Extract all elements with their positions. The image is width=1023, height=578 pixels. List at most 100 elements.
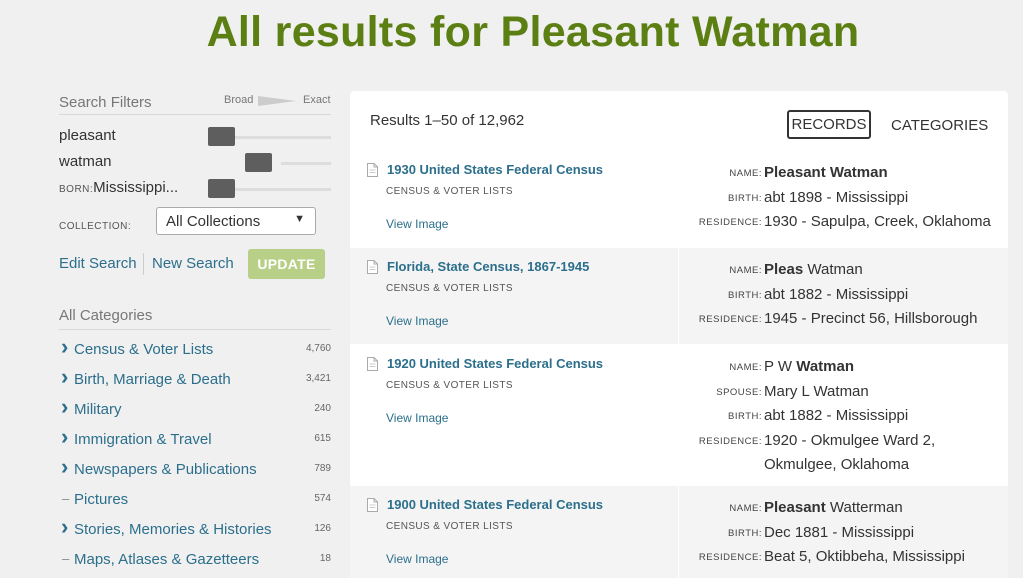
category-name[interactable]: Census & Voter Lists bbox=[74, 341, 213, 358]
category-count: 3,421 bbox=[305, 373, 331, 384]
category-name[interactable]: Newspapers & Publications bbox=[74, 461, 257, 478]
slider-track[interactable] bbox=[225, 136, 331, 139]
row-divider bbox=[678, 248, 679, 344]
chevron-right-icon: › bbox=[61, 334, 69, 359]
filter-label: watman bbox=[59, 153, 112, 170]
edit-search-link[interactable]: Edit Search bbox=[59, 255, 137, 272]
view-image-link[interactable]: View Image bbox=[386, 217, 448, 231]
record-field: NAME: Pleasant Watman bbox=[690, 161, 1008, 186]
category-count: 126 bbox=[314, 523, 331, 534]
filter-term: pleasant bbox=[59, 127, 116, 144]
table-row: 1900 United States Federal Census CENSUS … bbox=[350, 485, 1008, 578]
view-image-link[interactable]: View Image bbox=[386, 552, 448, 566]
category-name[interactable]: Stories, Memories & Histories bbox=[74, 521, 272, 538]
table-row: 1920 United States Federal Census CENSUS … bbox=[350, 344, 1008, 485]
category-item[interactable]: › Military 240 bbox=[59, 394, 331, 426]
field-label: NAME: bbox=[729, 265, 762, 276]
chevron-right-icon: › bbox=[61, 424, 69, 449]
field-value: abt 1882 - Mississippi bbox=[764, 404, 908, 429]
field-value-text: 1945 - Precinct 56, Hillsborough bbox=[764, 310, 978, 327]
category-name[interactable]: Military bbox=[74, 401, 122, 418]
field-value-text: Watterman bbox=[825, 499, 903, 516]
filter-label: pleasant bbox=[59, 127, 116, 144]
category-count: 789 bbox=[314, 463, 331, 474]
field-label: RESIDENCE: bbox=[698, 314, 762, 325]
category-item[interactable]: › Census & Voter Lists 4,760 bbox=[59, 334, 331, 366]
category-name[interactable]: Immigration & Travel bbox=[74, 431, 212, 448]
field-label: NAME: bbox=[729, 168, 762, 179]
filter-term: Mississippi... bbox=[93, 179, 179, 196]
field-value-text: Beat 5, Oktibbeha, Mississippi bbox=[764, 548, 965, 565]
record-fields: NAME: Pleasant Watterman BIRTH: Dec 1881 - … bbox=[690, 496, 1008, 570]
exact-label: Exact bbox=[303, 94, 331, 106]
category-name[interactable]: Pictures bbox=[74, 491, 128, 508]
record-fields: NAME: Pleasant Watman BIRTH: abt 1898 - Mis… bbox=[690, 161, 1008, 235]
broad-label: Broad bbox=[224, 94, 254, 106]
category-item[interactable]: › Immigration & Travel 615 bbox=[59, 424, 331, 456]
view-image-link[interactable]: View Image bbox=[386, 314, 448, 328]
record-field: RESIDENCE: 1945 - Precinct 56, Hillsborou… bbox=[690, 307, 1008, 332]
field-label: SPOUSE: bbox=[716, 386, 762, 398]
field-value: Pleasant Watterman bbox=[764, 496, 903, 521]
filter-rows: pleasant watman BORN:Mississippi... bbox=[59, 123, 331, 201]
field-value-text: abt 1882 - Mississippi bbox=[764, 285, 909, 303]
chevron-right-icon: › bbox=[61, 454, 69, 479]
collection-select-value: All Collections bbox=[166, 213, 261, 230]
document-icon bbox=[367, 357, 378, 371]
record-category: CENSUS & VOTER LISTS bbox=[386, 283, 513, 294]
tab-records[interactable]: RECORDS bbox=[787, 110, 871, 139]
update-button[interactable]: UPDATE bbox=[248, 249, 325, 279]
category-item[interactable]: › Newspapers & Publications 789 bbox=[59, 454, 331, 486]
filter-term: watman bbox=[59, 153, 112, 170]
field-value-text: abt 1898 - Mississippi bbox=[764, 188, 909, 206]
record-title-link[interactable]: 1930 United States Federal Census bbox=[387, 162, 603, 177]
field-value-text: P W bbox=[764, 358, 797, 375]
record-field: Okmulgee, Oklahoma bbox=[690, 453, 1008, 477]
record-title-link[interactable]: Florida, State Census, 1867-1945 bbox=[387, 259, 589, 274]
slider-handle[interactable] bbox=[208, 127, 235, 146]
category-item[interactable]: – Pictures 574 bbox=[59, 486, 331, 516]
slider-track[interactable] bbox=[281, 162, 331, 165]
view-image-link[interactable]: View Image bbox=[386, 411, 448, 425]
record-title-link[interactable]: 1920 United States Federal Census bbox=[387, 356, 603, 371]
chevron-right-icon: › bbox=[61, 514, 69, 539]
filter-row: pleasant bbox=[59, 123, 331, 149]
record-category: CENSUS & VOTER LISTS bbox=[386, 380, 513, 391]
document-icon bbox=[367, 260, 378, 274]
field-label: RESIDENCE: bbox=[698, 217, 762, 228]
row-divider bbox=[678, 486, 679, 578]
record-title-link[interactable]: 1900 United States Federal Census bbox=[387, 497, 603, 512]
dash-icon: – bbox=[62, 551, 70, 566]
field-value: Dec 1881 - Mississippi bbox=[764, 521, 914, 546]
category-item[interactable]: › Birth, Marriage & Death 3,421 bbox=[59, 364, 331, 396]
field-value: 1945 - Precinct 56, Hillsborough bbox=[764, 307, 977, 332]
broad-exact-wedge-icon bbox=[258, 96, 296, 106]
category-name[interactable]: Birth, Marriage & Death bbox=[74, 371, 231, 388]
field-value-bold: Pleasant bbox=[764, 499, 826, 516]
record-field: BIRTH: abt 1882 - Mississippi bbox=[690, 404, 1008, 429]
field-value-text: Mary L Watman bbox=[764, 382, 869, 400]
table-row: Florida, State Census, 1867-1945 CENSUS &… bbox=[350, 247, 1008, 344]
born-prefix: BORN: bbox=[59, 184, 94, 195]
field-value-text: Okmulgee, Oklahoma bbox=[764, 456, 910, 473]
slider-handle[interactable] bbox=[208, 179, 235, 198]
category-item[interactable]: – Maps, Atlases & Gazetteers 18 bbox=[59, 546, 331, 576]
slider-handle[interactable] bbox=[245, 153, 272, 172]
category-name[interactable]: Maps, Atlases & Gazetteers bbox=[74, 551, 259, 568]
new-search-link[interactable]: New Search bbox=[152, 255, 234, 272]
collection-select[interactable]: All Collections ▼ bbox=[156, 207, 316, 235]
field-value: Okmulgee, Oklahoma bbox=[764, 453, 909, 477]
field-label: RESIDENCE: bbox=[698, 435, 762, 447]
record-category: CENSUS & VOTER LISTS bbox=[386, 521, 513, 532]
category-item[interactable]: › Stories, Memories & Histories 126 bbox=[59, 514, 331, 546]
results-panel: Results 1–50 of 12,962 RECORDS CATEGORIE… bbox=[350, 91, 1008, 578]
category-count: 4,760 bbox=[305, 343, 331, 354]
results-count: Results 1–50 of 12,962 bbox=[370, 112, 525, 129]
record-field: RESIDENCE: 1920 - Okmulgee Ward 2, bbox=[690, 429, 1008, 454]
category-list: › Census & Voter Lists 4,760 › Birth, Marria… bbox=[59, 334, 331, 576]
tab-categories[interactable]: CATEGORIES bbox=[891, 117, 988, 134]
slider-track[interactable] bbox=[225, 188, 331, 191]
record-fields: NAME: Pleas Watman BIRTH: abt 1882 - Missis… bbox=[690, 258, 1008, 332]
field-label: BIRTH: bbox=[728, 192, 762, 204]
search-filters-title: Search Filters bbox=[59, 94, 152, 111]
